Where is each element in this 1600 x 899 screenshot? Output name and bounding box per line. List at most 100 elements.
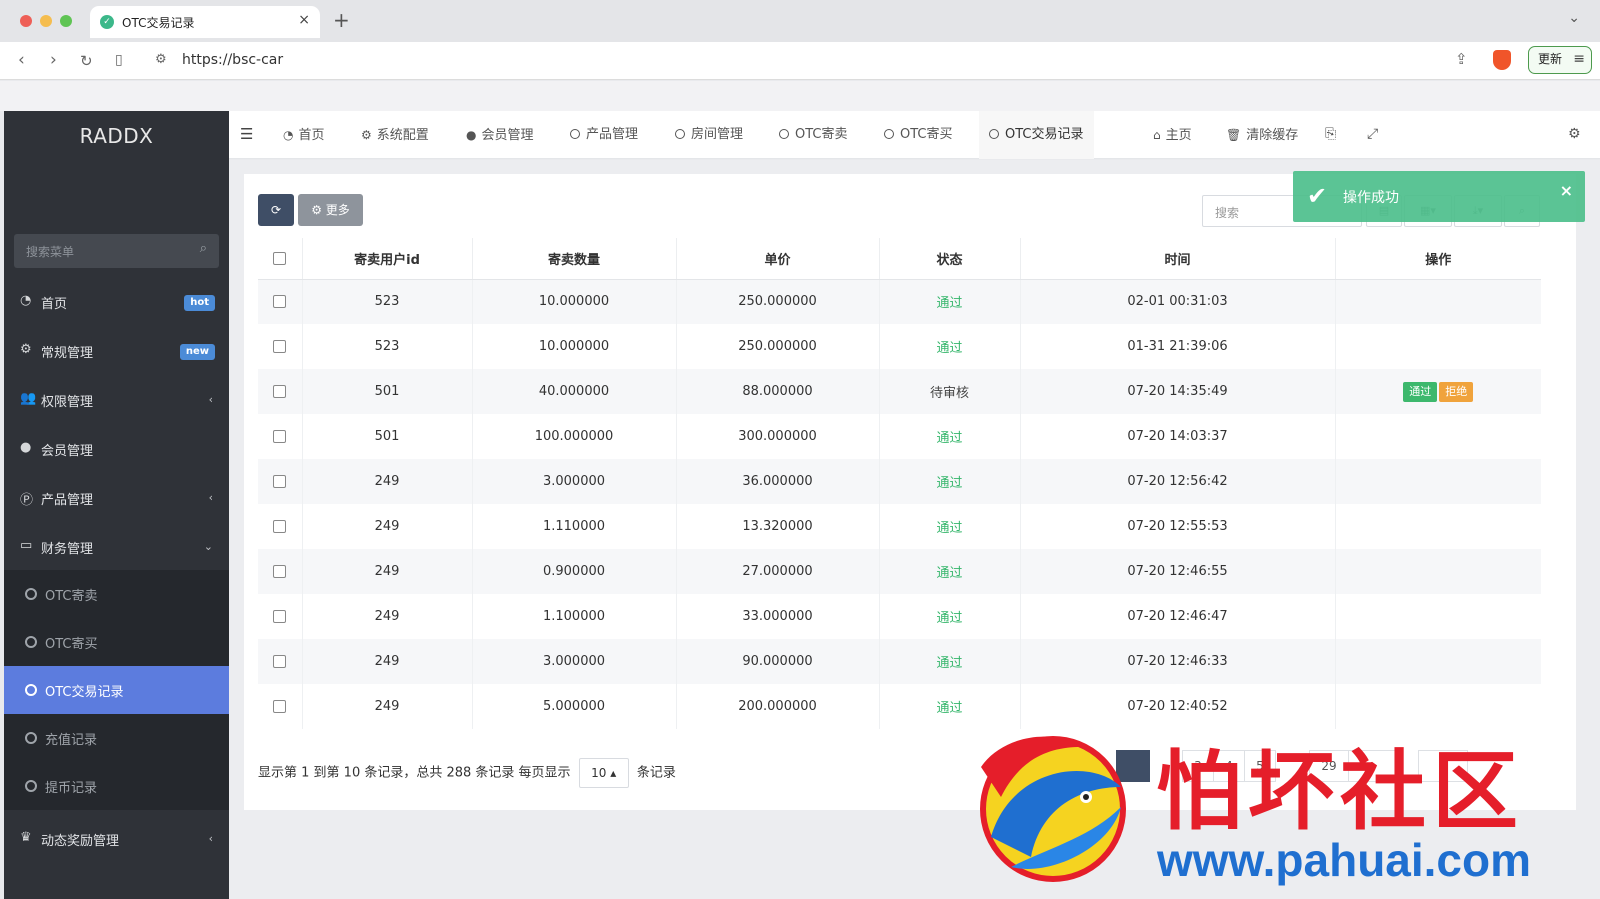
table-row: 249 3.000000 36.000000 通过 07-20 12:56:42: [258, 459, 1541, 504]
more-button[interactable]: ⚙ 更多: [298, 194, 363, 226]
status-cell: 通过: [878, 324, 1020, 369]
browser-tab[interactable]: ✓ OTC交易记录 ×: [90, 6, 320, 38]
home-icon: ⌂: [1153, 128, 1161, 142]
quantity-cell: 10.000000: [471, 324, 676, 369]
time-cell: 01-31 21:39:06: [1019, 324, 1335, 369]
price-cell: 36.000000: [675, 459, 879, 504]
tab-otc-records[interactable]: OTC交易记录: [979, 111, 1094, 159]
sidebar-item-dynamic-rewards[interactable]: ♛ 动态奖励管理 ‹: [4, 814, 229, 864]
close-tab-icon[interactable]: ×: [298, 12, 310, 28]
page-current[interactable]: [1116, 750, 1150, 782]
col-price[interactable]: 单价: [675, 238, 879, 280]
page-5[interactable]: 5: [1244, 750, 1276, 782]
translate-icon[interactable]: ⎘: [1325, 126, 1336, 142]
sidebar-item-members[interactable]: ● 会员管理: [4, 424, 229, 474]
time-cell: 02-01 00:31:03: [1019, 279, 1335, 324]
sidebar-item-otc-records[interactable]: OTC交易记录: [4, 666, 229, 714]
tab-rooms[interactable]: 房间管理: [675, 111, 743, 159]
new-tab-button[interactable]: +: [333, 8, 350, 32]
tab-members[interactable]: ● 会员管理: [466, 111, 534, 159]
row-checkbox[interactable]: [273, 340, 287, 353]
sidebar-item-otc-buy[interactable]: OTC寄买: [4, 618, 229, 666]
brave-shield-icon[interactable]: [1493, 50, 1511, 70]
back-arrow-icon[interactable]: ‹: [18, 50, 25, 70]
share-icon[interactable]: ⇪: [1455, 50, 1468, 68]
sidebar-item-label: 产品管理: [41, 493, 94, 508]
price-cell: 33.000000: [675, 594, 879, 639]
col-user-id[interactable]: 寄卖用户id: [301, 238, 472, 280]
page-size-select[interactable]: 10 ▴: [578, 758, 629, 788]
row-checkbox[interactable]: [273, 385, 287, 398]
sidebar-item-general[interactable]: ⚙ 常规管理 new: [4, 326, 229, 376]
time-cell: 07-20 12:46:47: [1019, 594, 1335, 639]
settings-icon[interactable]: ⚙: [1568, 126, 1581, 142]
page-last[interactable]: [1418, 750, 1468, 782]
search-icon: ⌕: [199, 241, 207, 256]
home-link[interactable]: ⌂ 主页: [1153, 111, 1192, 159]
sidebar-item-recharge[interactable]: 充值记录: [4, 714, 229, 762]
quantity-cell: 1.110000: [471, 504, 676, 549]
tab-otc-sell[interactable]: OTC寄卖: [779, 111, 848, 159]
row-checkbox[interactable]: [273, 655, 287, 668]
tab-home[interactable]: ◔ 首页: [283, 111, 325, 159]
users-icon: 👥: [20, 391, 37, 406]
chevron-left-icon: ‹: [208, 832, 213, 845]
sidebar-item-otc-sell[interactable]: OTC寄卖: [4, 570, 229, 618]
user-id-cell: 523: [301, 324, 472, 369]
row-checkbox[interactable]: [273, 475, 287, 488]
col-quantity[interactable]: 寄卖数量: [471, 238, 676, 280]
page-4[interactable]: 4: [1213, 750, 1245, 782]
refresh-button[interactable]: ⟳: [258, 194, 294, 226]
status-badge: 通过: [936, 701, 963, 716]
row-checkbox[interactable]: [273, 610, 287, 623]
site-settings-icon[interactable]: ⚙: [155, 52, 167, 67]
row-checkbox[interactable]: [273, 520, 287, 533]
address-bar: ‹ › ↻ ▯ ⚙ https://bsc-car ⇪ 更新 ≡: [0, 42, 1600, 80]
tab-otc-buy[interactable]: OTC寄买: [884, 111, 953, 159]
toast-close-icon[interactable]: ×: [1560, 181, 1573, 200]
forward-arrow-icon[interactable]: ›: [50, 50, 57, 70]
tab-label: 会员管理: [481, 128, 534, 143]
row-checkbox[interactable]: [273, 565, 287, 578]
col-status[interactable]: 状态: [878, 238, 1020, 280]
quantity-cell: 5.000000: [471, 684, 676, 729]
sidebar-search-input[interactable]: 搜索菜单 ⌕: [14, 234, 219, 268]
reload-icon[interactable]: ↻: [80, 52, 93, 70]
clear-cache-button[interactable]: 🗑 清除缓存: [1226, 111, 1298, 159]
row-checkbox[interactable]: [273, 430, 287, 443]
tab-system-config[interactable]: ⚙ 系统配置: [361, 111, 429, 159]
fullscreen-icon[interactable]: ⤢: [1367, 126, 1378, 142]
row-select-cell: [258, 684, 302, 729]
close-window-button[interactable]: [20, 15, 32, 27]
sidebar-item-products[interactable]: Ⓟ 产品管理 ‹: [4, 473, 229, 523]
sidebar-item-finance[interactable]: ▭ 财务管理 ⌄: [4, 522, 229, 572]
sidebar-item-permissions[interactable]: 👥 权限管理 ‹: [4, 375, 229, 425]
sidebar-item-label: 首页: [41, 297, 68, 312]
sidebar-item-withdraw[interactable]: 提币记录: [4, 762, 229, 810]
status-badge: 通过: [936, 521, 963, 536]
url-field[interactable]: https://bsc-car: [182, 52, 283, 68]
page-next[interactable]: [1348, 750, 1398, 782]
page-3[interactable]: 3: [1182, 750, 1214, 782]
tab-list-chevron-icon[interactable]: ⌄: [1568, 10, 1580, 26]
col-time[interactable]: 时间: [1019, 238, 1335, 280]
maximize-window-button[interactable]: [60, 15, 72, 27]
bookmark-icon[interactable]: ▯: [115, 52, 123, 68]
tab-products[interactable]: 产品管理: [570, 111, 638, 159]
actions-cell: [1334, 504, 1541, 549]
minimize-window-button[interactable]: [40, 15, 52, 27]
row-checkbox[interactable]: [273, 295, 287, 309]
approve-button[interactable]: 通过: [1403, 381, 1438, 402]
page-29[interactable]: 29: [1309, 750, 1349, 782]
pagination-info-suffix: 条记录: [636, 765, 676, 781]
reject-button[interactable]: 拒绝: [1439, 381, 1474, 402]
time-cell: 07-20 12:46:33: [1019, 639, 1335, 684]
row-checkbox[interactable]: [273, 700, 287, 713]
menu-toggle-icon[interactable]: ☰: [240, 125, 253, 143]
sidebar-item-home[interactable]: ◔ 首页 hot: [4, 277, 229, 327]
refresh-icon: ⟳: [270, 203, 282, 217]
row-select-cell: [258, 414, 302, 459]
status-cell: 通过: [878, 414, 1020, 459]
select-all-checkbox[interactable]: [273, 251, 287, 265]
update-button[interactable]: 更新 ≡: [1528, 46, 1592, 74]
